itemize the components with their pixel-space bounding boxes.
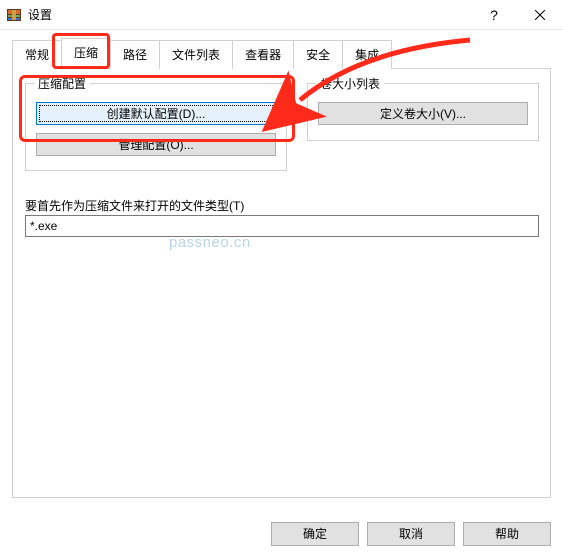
group-volume-size: 卷大小列表 定义卷大小(V)...: [307, 83, 539, 141]
filetype-input[interactable]: [25, 215, 539, 237]
manage-config-button[interactable]: 管理配置(O)...: [36, 133, 276, 156]
group-compression-config: 压缩配置 创建默认配置(D)... 管理配置(O)...: [25, 83, 287, 171]
titlebar: 设置 ?: [0, 0, 563, 30]
tab-viewer[interactable]: 查看器: [232, 40, 294, 69]
filetype-label: 要首先作为压缩文件来打开的文件类型(T): [25, 197, 244, 214]
tab-general[interactable]: 常规: [12, 40, 62, 69]
close-icon: [535, 10, 545, 20]
close-button[interactable]: [517, 0, 563, 30]
cancel-button[interactable]: 取消: [367, 522, 455, 546]
tab-paths[interactable]: 路径: [110, 40, 160, 69]
help-footer-button[interactable]: 帮助: [463, 522, 551, 546]
tab-filelist[interactable]: 文件列表: [159, 40, 233, 69]
create-default-config-button[interactable]: 创建默认配置(D)...: [36, 102, 276, 125]
tab-compression[interactable]: 压缩: [61, 38, 111, 68]
window-title: 设置: [28, 6, 52, 23]
tab-panel: 压缩配置 创建默认配置(D)... 管理配置(O)... 卷大小列表 定义卷大小…: [12, 68, 551, 498]
help-button[interactable]: ?: [471, 0, 517, 30]
define-volume-size-button[interactable]: 定义卷大小(V)...: [318, 102, 528, 125]
tab-integration[interactable]: 集成: [342, 40, 392, 69]
app-icon: [6, 7, 22, 23]
dialog-footer: 确定 取消 帮助: [271, 522, 551, 546]
tab-strip: 常规 压缩 路径 文件列表 查看器 安全 集成: [0, 30, 563, 68]
group-compression-legend: 压缩配置: [34, 75, 90, 92]
group-volume-legend: 卷大小列表: [316, 75, 384, 92]
tab-security[interactable]: 安全: [293, 40, 343, 69]
ok-button[interactable]: 确定: [271, 522, 359, 546]
